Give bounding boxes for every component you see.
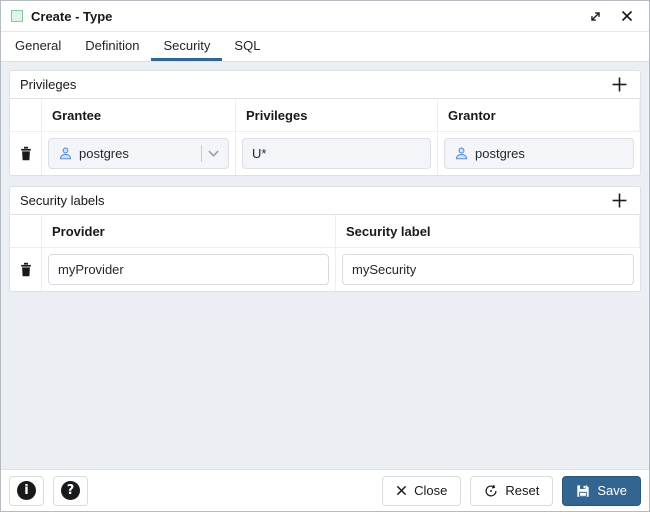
col-header-actions	[10, 215, 42, 248]
type-icon	[11, 10, 23, 22]
security-labels-table: Provider Security label	[10, 215, 640, 291]
trash-icon	[19, 146, 33, 161]
privileges-table: Grantee Privileges Grantor	[10, 99, 640, 175]
col-header-grantor: Grantor	[438, 99, 640, 132]
security-labels-header: Security labels	[10, 187, 640, 215]
col-header-provider: Provider	[42, 215, 336, 248]
privileges-value: U*	[252, 146, 266, 161]
security-labels-title: Security labels	[20, 193, 105, 208]
security-label-cell	[336, 248, 640, 291]
label-row-delete-cell	[10, 248, 42, 291]
expand-diagonal-icon	[589, 10, 602, 23]
plus-icon	[612, 193, 627, 208]
floppy-disk-icon	[576, 484, 590, 498]
user-role-icon	[58, 146, 73, 161]
provider-input[interactable]	[48, 254, 329, 285]
tab-sql[interactable]: SQL	[222, 32, 272, 61]
delete-security-label-row-button[interactable]	[19, 262, 33, 277]
plus-icon	[612, 77, 627, 92]
tab-general[interactable]: General	[3, 32, 73, 61]
undo-circle-icon	[484, 484, 498, 498]
maximize-button[interactable]	[583, 4, 607, 28]
col-header-privileges: Privileges	[236, 99, 438, 132]
x-icon	[621, 10, 633, 22]
dialog-footer: i ? Close Reset	[1, 469, 649, 511]
reset-button[interactable]: Reset	[470, 476, 553, 506]
privileges-value-field[interactable]: U*	[242, 138, 431, 169]
col-header-grantee: Grantee	[42, 99, 236, 132]
provider-cell	[42, 248, 336, 291]
security-label-input[interactable]	[342, 254, 634, 285]
close-button[interactable]: Close	[382, 476, 461, 506]
chevron-down-icon	[208, 150, 219, 157]
tab-definition[interactable]: Definition	[73, 32, 151, 61]
privileges-title: Privileges	[20, 77, 76, 92]
tab-security[interactable]: Security	[151, 32, 222, 61]
add-security-label-button[interactable]	[608, 190, 630, 212]
privileges-section: Privileges Grantee Privileges Grantor	[9, 70, 641, 176]
grantee-value: postgres	[79, 146, 129, 161]
grantor-field: postgres	[444, 138, 634, 169]
create-type-dialog: Create - Type General Definition Securit…	[0, 0, 650, 512]
info-circle-icon: i	[17, 481, 36, 500]
grantor-value: postgres	[475, 146, 525, 161]
col-header-security-label: Security label	[336, 215, 640, 248]
add-privilege-button[interactable]	[608, 74, 630, 96]
close-dialog-button[interactable]	[615, 4, 639, 28]
dialog-title: Create - Type	[31, 9, 575, 24]
col-header-actions	[10, 99, 42, 132]
grantee-cell: postgres	[42, 132, 236, 175]
security-labels-section: Security labels Provider Security label	[9, 186, 641, 292]
security-tab-panel: Privileges Grantee Privileges Grantor	[1, 62, 649, 469]
trash-icon	[19, 262, 33, 277]
grantor-cell: postgres	[438, 132, 640, 175]
grantee-select[interactable]: postgres	[48, 138, 229, 169]
save-button[interactable]: Save	[562, 476, 641, 506]
x-icon	[396, 485, 407, 496]
question-circle-icon: ?	[61, 481, 80, 500]
privilege-row-delete-cell	[10, 132, 42, 175]
select-divider	[201, 145, 202, 162]
dialog-tabs: General Definition Security SQL	[1, 32, 649, 62]
user-role-icon	[454, 146, 469, 161]
dialog-titlebar: Create - Type	[1, 1, 649, 32]
delete-privilege-row-button[interactable]	[19, 146, 33, 161]
privileges-header: Privileges	[10, 71, 640, 99]
sql-help-button[interactable]: i	[9, 476, 44, 506]
dialog-help-button[interactable]: ?	[53, 476, 88, 506]
privileges-cell: U*	[236, 132, 438, 175]
